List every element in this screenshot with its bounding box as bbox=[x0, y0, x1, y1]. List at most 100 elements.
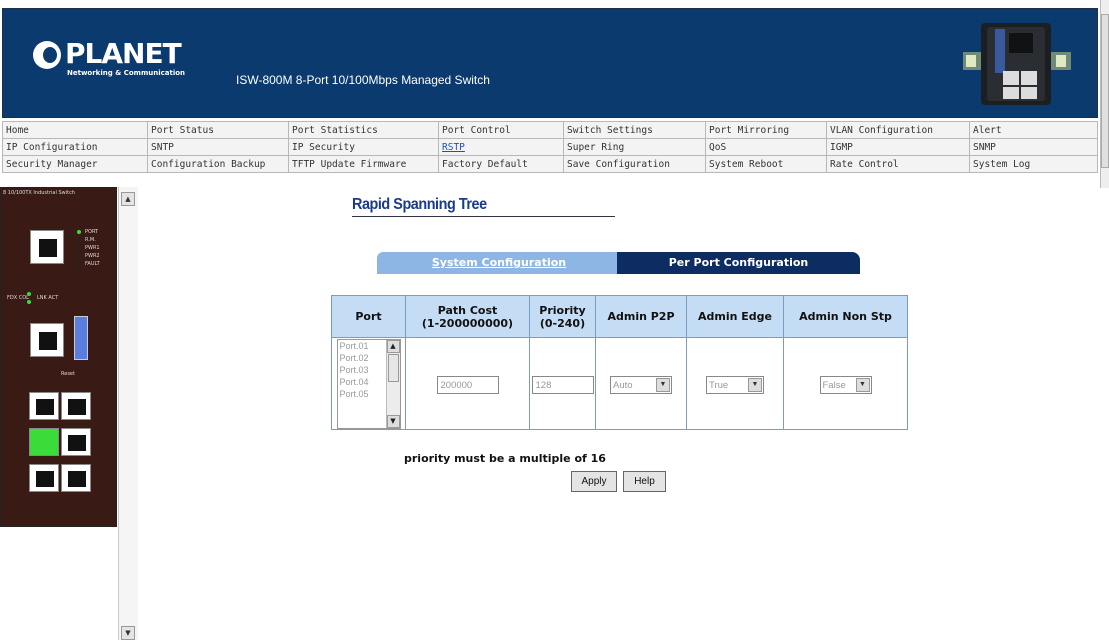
menu-item-port-mirroring[interactable]: Port Mirroring bbox=[705, 121, 827, 139]
col-header-priority-range: (0-240) bbox=[539, 316, 586, 330]
tab-per-port-configuration[interactable]: Per Port Configuration bbox=[617, 252, 860, 274]
scroll-up-icon[interactable]: ▲ bbox=[386, 339, 400, 353]
menu-row: Security Manager Configuration Backup TF… bbox=[2, 155, 1098, 173]
col-header-path-cost-range: (1-200000000) bbox=[421, 316, 514, 330]
menu-item-tftp-update-firmware[interactable]: TFTP Update Firmware bbox=[288, 155, 439, 173]
help-button[interactable]: Help bbox=[623, 471, 666, 492]
menu-item-rate-control[interactable]: Rate Control bbox=[826, 155, 970, 173]
admin-p2p-select[interactable]: Auto ▼ bbox=[610, 376, 672, 394]
led-label-pwr2: PWR2 bbox=[85, 253, 100, 259]
product-title: ISW-800M 8-Port 10/100Mbps Managed Switc… bbox=[236, 73, 490, 87]
logo-circle-icon bbox=[33, 41, 61, 69]
admin-edge-select[interactable]: True ▼ bbox=[706, 376, 764, 394]
priority-input[interactable]: 128 bbox=[531, 376, 594, 394]
pwr2-led bbox=[77, 254, 81, 258]
apply-button[interactable]: Apply bbox=[571, 471, 617, 492]
led-label-port: PORT bbox=[85, 229, 99, 235]
listbox-scroll-thumb[interactable] bbox=[387, 353, 399, 382]
chevron-down-icon[interactable]: ▼ bbox=[855, 378, 870, 392]
col-header-priority: Priority (0-240) bbox=[529, 295, 596, 338]
page-scrollbar[interactable] bbox=[1100, 0, 1109, 188]
admin-edge-cell: True ▼ bbox=[686, 337, 784, 430]
port-2 bbox=[61, 464, 91, 492]
admin-p2p-cell: Auto ▼ bbox=[595, 337, 687, 430]
port-3 bbox=[29, 428, 59, 456]
title-underline bbox=[352, 216, 615, 217]
admin-non-stp-select[interactable]: False ▼ bbox=[819, 376, 872, 394]
path-cost-cell: 200000 bbox=[405, 337, 530, 430]
menu-item-security-manager[interactable]: Security Manager bbox=[2, 155, 148, 173]
col-header-admin-non-stp-label: Admin Non Stp bbox=[799, 310, 892, 323]
menu-row: IP Configuration SNTP IP Security RSTP S… bbox=[2, 138, 1098, 156]
tab-system-configuration[interactable]: System Configuration bbox=[377, 252, 621, 274]
scroll-down-icon[interactable]: ▼ bbox=[121, 626, 135, 640]
menu-item-switch-settings[interactable]: Switch Settings bbox=[563, 121, 706, 139]
per-port-config-table: Port Path Cost (1-200000000) Priority (0-2… bbox=[331, 295, 908, 430]
table-header-row: Port Path Cost (1-200000000) Priority (0-2… bbox=[331, 295, 908, 338]
menu-item-port-control[interactable]: Port Control bbox=[438, 121, 564, 139]
main-menu: Home Port Status Port Statistics Port Co… bbox=[2, 121, 1098, 173]
admin-non-stp-value: False bbox=[822, 380, 846, 391]
menu-item-system-log[interactable]: System Log bbox=[969, 155, 1098, 173]
listbox-scrollbar[interactable]: ▲ ▼ bbox=[385, 339, 400, 428]
rj45-port bbox=[30, 323, 64, 357]
led-label-fault: FAULT bbox=[85, 261, 100, 267]
reset-label: Reset bbox=[61, 371, 75, 377]
menu-item-qos[interactable]: QoS bbox=[705, 138, 827, 156]
col-led bbox=[27, 300, 31, 304]
menu-item-port-statistics[interactable]: Port Statistics bbox=[288, 121, 439, 139]
menu-item-configuration-backup[interactable]: Configuration Backup bbox=[147, 155, 289, 173]
port-cell: Port.01 Port.02 Port.03 Port.04 Port.05 … bbox=[331, 337, 406, 430]
menu-item-factory-default[interactable]: Factory Default bbox=[438, 155, 564, 173]
col-header-priority-label: Priority bbox=[539, 303, 586, 317]
chevron-down-icon[interactable]: ▼ bbox=[748, 378, 762, 392]
menu-item-vlan-configuration[interactable]: VLAN Configuration bbox=[826, 121, 970, 139]
fdx-led bbox=[27, 292, 31, 296]
logo-subtitle: Networking & Communication bbox=[67, 69, 186, 77]
menu-item-ip-configuration[interactable]: IP Configuration bbox=[2, 138, 148, 156]
scrollbar-thumb[interactable] bbox=[1101, 14, 1109, 168]
menu-item-super-ring[interactable]: Super Ring bbox=[563, 138, 706, 156]
col-header-admin-edge: Admin Edge bbox=[686, 295, 784, 338]
col-header-admin-edge-label: Admin Edge bbox=[697, 310, 772, 323]
port-led bbox=[77, 230, 81, 234]
chevron-down-icon[interactable]: ▼ bbox=[656, 378, 670, 392]
admin-edge-value: True bbox=[709, 380, 729, 391]
menu-item-home[interactable]: Home bbox=[2, 121, 148, 139]
col-header-port-label: Port bbox=[355, 310, 382, 323]
dip-switch-icon bbox=[74, 316, 88, 360]
menu-row: Home Port Status Port Statistics Port Co… bbox=[2, 121, 1098, 139]
menu-item-igmp[interactable]: IGMP bbox=[826, 138, 970, 156]
led-label-pwr1: PWR1 bbox=[85, 245, 100, 251]
rm-led bbox=[77, 238, 81, 242]
pwr1-led bbox=[77, 246, 81, 250]
path-cost-input[interactable]: 200000 bbox=[436, 376, 499, 394]
menu-item-system-reboot[interactable]: System Reboot bbox=[705, 155, 827, 173]
menu-item-port-status[interactable]: Port Status bbox=[147, 121, 289, 139]
menu-item-rstp[interactable]: RSTP bbox=[438, 138, 564, 156]
port-listbox[interactable]: Port.01 Port.02 Port.03 Port.04 Port.05 … bbox=[336, 338, 401, 429]
browser-frame: PLANET Networking & Communication ISW-80… bbox=[0, 0, 1109, 640]
menu-item-ip-security[interactable]: IP Security bbox=[288, 138, 439, 156]
switch-device-icon bbox=[963, 23, 1071, 105]
menu-item-save-configuration[interactable]: Save Configuration bbox=[563, 155, 706, 173]
port-4 bbox=[61, 428, 91, 456]
led-label-fdx-col: FDX COL bbox=[7, 295, 29, 301]
col-header-admin-non-stp: Admin Non Stp bbox=[783, 295, 908, 338]
priority-cell: 128 bbox=[529, 337, 596, 430]
scroll-up-icon[interactable]: ▲ bbox=[121, 192, 135, 206]
port-1 bbox=[29, 464, 59, 492]
left-frame-scrollbar[interactable]: ▲ ▼ bbox=[118, 187, 138, 640]
logo-text: PLANET bbox=[65, 37, 182, 70]
led-label-lnk-act: LNK ACT bbox=[37, 295, 59, 301]
menu-item-snmp[interactable]: SNMP bbox=[969, 138, 1098, 156]
menu-item-alert[interactable]: Alert bbox=[969, 121, 1098, 139]
console-port bbox=[30, 230, 64, 264]
left-frame: 8 10/100TX Industrial Switch PORT R.M. P… bbox=[0, 187, 140, 640]
header-banner: PLANET Networking & Communication ISW-80… bbox=[2, 8, 1098, 118]
scroll-down-icon[interactable]: ▼ bbox=[386, 414, 400, 428]
menu-item-sntp[interactable]: SNTP bbox=[147, 138, 289, 156]
admin-p2p-value: Auto bbox=[613, 380, 633, 391]
fault-led bbox=[77, 262, 81, 266]
page-title: Rapid Spanning Tree bbox=[352, 196, 487, 213]
